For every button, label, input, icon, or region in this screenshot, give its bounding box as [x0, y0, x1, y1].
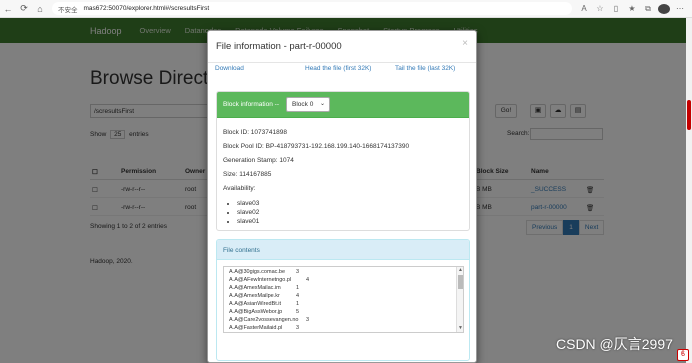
close-icon[interactable]: ×: [462, 38, 468, 49]
tail-file-link[interactable]: Tail the file (last 32K): [395, 65, 455, 72]
back-icon[interactable]: ←: [0, 4, 16, 14]
file-contents-panel: File contents A.A@30gigs.comac.be 3 A.A@A…: [216, 239, 470, 361]
chevron-down-icon: ⌄: [319, 101, 325, 107]
list-item: slave02: [237, 208, 259, 217]
block-id: Block ID: 1073741898: [223, 129, 287, 136]
generation-stamp: Generation Stamp: 1074: [223, 157, 294, 164]
list-item: A.A@AsianWiredBt.it 1: [229, 301, 299, 307]
block-size: Size: 114167885: [223, 171, 272, 178]
modal-title: File information - part-r-00000: [216, 41, 342, 52]
list-item: A.A@BigAssWebor.jp 5: [229, 309, 299, 315]
scrollbar-thumb[interactable]: [687, 100, 691, 130]
block-info-header: Block information -- Block 0 ⌄: [217, 92, 469, 118]
scroll-up-icon[interactable]: ▲: [457, 267, 463, 273]
scroll-down-icon[interactable]: ▼: [457, 325, 463, 331]
favorite-star-icon[interactable]: ☆: [594, 4, 606, 13]
favorites-icon[interactable]: ★: [626, 4, 638, 13]
textarea-scroll-thumb[interactable]: [458, 275, 463, 289]
browser-actions: A ☆ ▯ ★ ⧉ ⋯: [578, 3, 686, 14]
home-icon[interactable]: ⌂: [32, 4, 48, 14]
security-warning: 不安全: [58, 6, 78, 14]
content-count: 4: [306, 277, 310, 283]
refresh-icon[interactable]: ⟳: [16, 3, 32, 14]
list-item: A.A@AmexMailpe.kr 4: [229, 293, 299, 299]
content-text: A.A@AFewInternetngo.pl: [229, 277, 292, 283]
content-count: 3: [306, 317, 310, 323]
content-text: A.A@FasterMailaid.pl: [229, 325, 283, 331]
content-count: 4: [296, 293, 300, 299]
content-count: 1: [296, 301, 300, 307]
content-text: A.A@Care2vossevangen.no: [229, 317, 299, 323]
head-file-link[interactable]: Head the file (first 32K): [305, 65, 371, 72]
list-item: slave01: [237, 217, 259, 226]
block-info-panel: Block information -- Block 0 ⌄ Block ID:…: [216, 91, 470, 231]
content-count: 3: [296, 269, 300, 275]
content-text: A.A@AmexMailac.im: [229, 285, 281, 291]
block-select-value: Block 0: [292, 101, 314, 108]
content-count: 3: [296, 325, 300, 331]
download-link[interactable]: Download: [215, 65, 244, 72]
block-pool-id: Block Pool ID: BP-418793731-192.168.199.…: [223, 143, 410, 150]
list-item: slave03: [237, 199, 259, 208]
datanode-list: slave03 slave02 slave01: [231, 199, 259, 226]
content-count: 1: [296, 285, 300, 291]
address-bar[interactable]: 不安全 mas672:50070/explorer.html#/scresult…: [52, 2, 572, 15]
split-screen-icon[interactable]: ▯: [610, 4, 622, 13]
collections-icon[interactable]: ⧉: [642, 4, 654, 14]
content-text: A.A@BigAssWebor.jp: [229, 309, 283, 315]
page-scrollbar[interactable]: [686, 18, 692, 363]
list-item: A.A@30gigs.comac.be 3: [229, 269, 299, 275]
block-info-label: Block information --: [223, 101, 279, 108]
availability-label: Availability:: [223, 185, 256, 192]
profile-avatar[interactable]: [658, 3, 670, 14]
feedback-icon[interactable]: ϐ: [677, 349, 689, 361]
file-contents-header: File contents: [217, 240, 469, 260]
content-count: 5: [296, 309, 300, 315]
browser-toolbar: ← ⟳ ⌂ 不安全 mas672:50070/explorer.html#/sc…: [0, 0, 692, 18]
file-contents-textarea[interactable]: A.A@30gigs.comac.be 3 A.A@AFewInternetngo…: [223, 266, 464, 333]
list-item: A.A@AmexMailac.im 1: [229, 285, 299, 291]
list-item: A.A@AFewInternetngo.pl 4: [229, 277, 309, 283]
list-item: A.A@FasterMailaid.pl 3: [229, 325, 299, 331]
content-text: A.A@AmexMailpe.kr: [229, 293, 280, 299]
file-contents-title: File contents: [223, 247, 260, 254]
file-info-modal: File information - part-r-00000 × Downlo…: [207, 30, 477, 363]
read-aloud-icon[interactable]: A: [578, 4, 590, 13]
content-text: A.A@AsianWiredBt.it: [229, 301, 282, 307]
list-item: A.A@Care2vossevangen.no 3: [229, 317, 309, 323]
modal-header: File information - part-r-00000 ×: [208, 31, 476, 63]
textarea-scrollbar[interactable]: ▲ ▼: [456, 267, 463, 332]
content-text: A.A@30gigs.comac.be: [229, 269, 286, 275]
url-text: mas672:50070/explorer.html#/scresultsFir…: [83, 5, 210, 12]
csdn-watermark: CSDN @仄言2997: [556, 336, 673, 352]
more-icon[interactable]: ⋯: [674, 4, 686, 13]
block-select[interactable]: Block 0 ⌄: [286, 97, 330, 112]
